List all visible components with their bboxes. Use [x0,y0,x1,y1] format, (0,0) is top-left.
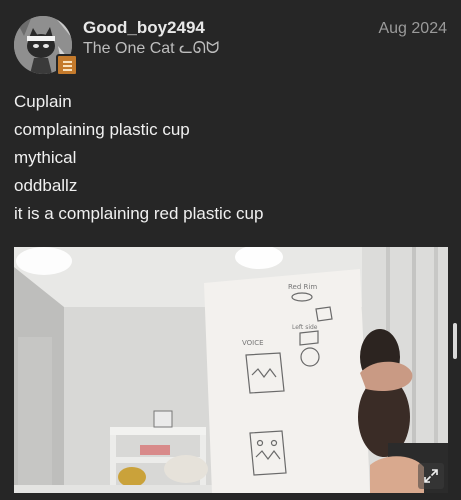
scrollbar[interactable] [453,323,457,359]
post-line: complaining plastic cup [14,120,190,139]
drawing-label: Left side [292,324,318,331]
drawing-label: VOICE [242,339,264,347]
post-photo[interactable]: Red Rim VOICE Left side [14,247,448,493]
avatar-wrap[interactable] [14,16,78,76]
post: Good_boy2494 The One Cat ᓚᘏᗢ Aug 2024 Cu… [0,0,461,500]
drawing-label: Red Rim [288,283,317,291]
post-line: mythical [14,148,77,167]
user-title: The One Cat ᓚᘏᗢ [83,40,220,57]
flair-badge-icon [56,54,78,76]
post-line: Cuplain [14,92,72,111]
expand-icon[interactable] [418,463,444,489]
post-date[interactable]: Aug 2024 [378,20,447,38]
post-line: it is a complaining red plastic cup [14,204,264,223]
post-line: oddballz [14,176,78,195]
username[interactable]: Good_boy2494 [83,18,205,38]
